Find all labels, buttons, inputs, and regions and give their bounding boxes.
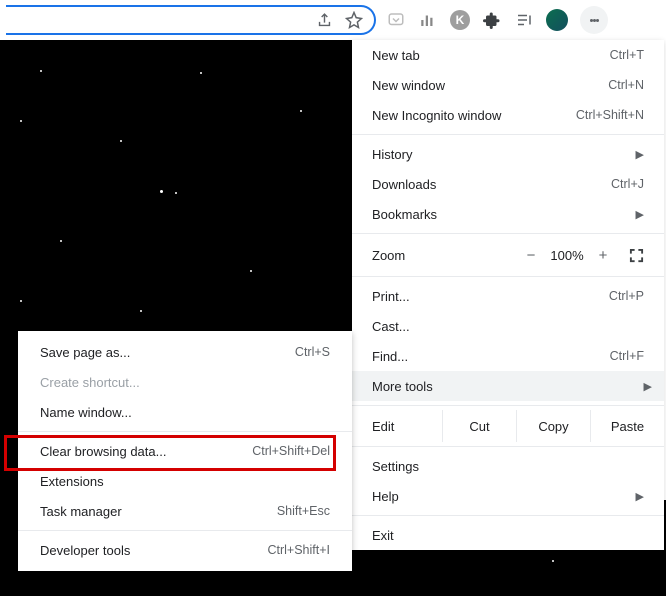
address-bar[interactable] [6,5,376,35]
edit-copy-button[interactable]: Copy [516,410,590,442]
menu-item-label: Find... [372,349,610,364]
submenu-developer-tools[interactable]: Developer tools Ctrl+Shift+I [18,535,352,565]
menu-item-label: Cast... [372,319,644,334]
k-extension-icon[interactable]: K [450,10,470,30]
menu-cast[interactable]: Cast... [352,311,664,341]
menu-item-label: New window [372,78,608,93]
menu-separator [352,233,664,234]
menu-downloads[interactable]: Downloads Ctrl+J [352,169,664,199]
submenu-item-label: Task manager [40,504,277,519]
edit-paste-button[interactable]: Paste [590,410,664,442]
menu-print[interactable]: Print... Ctrl+P [352,281,664,311]
submenu-clear-browsing-data[interactable]: Clear browsing data... Ctrl+Shift+Del [18,436,352,466]
submenu-separator [18,431,352,432]
submenu-item-shortcut: Shift+Esc [277,504,330,518]
menu-item-label: History [372,147,628,162]
menu-item-label: Exit [372,528,644,543]
menu-item-shortcut: Ctrl+J [611,177,644,191]
chrome-menu-button[interactable] [580,6,608,34]
submenu-item-shortcut: Ctrl+Shift+I [267,543,330,557]
submenu-item-label: Save page as... [40,345,295,360]
edit-cut-button[interactable]: Cut [442,410,516,442]
menu-separator [352,134,664,135]
submenu-arrow-icon: ▶ [628,148,644,161]
profile-avatar[interactable] [546,9,568,31]
zoom-in-button[interactable]: + [589,247,617,264]
reading-list-icon[interactable] [514,10,534,30]
menu-item-label: Settings [372,459,644,474]
menu-item-label: Bookmarks [372,207,628,222]
menu-separator [352,405,664,406]
menu-new-window[interactable]: New window Ctrl+N [352,70,664,100]
chrome-main-menu: New tab Ctrl+T New window Ctrl+N New Inc… [352,40,664,550]
menu-item-label: New tab [372,48,610,63]
menu-item-label: More tools [372,379,636,394]
submenu-task-manager[interactable]: Task manager Shift+Esc [18,496,352,526]
browser-toolbar: K [0,0,666,40]
menu-item-label: Help [372,489,628,504]
menu-item-label: Print... [372,289,609,304]
menu-separator [352,446,664,447]
menu-zoom: Zoom − 100% + [352,238,664,272]
menu-history[interactable]: History ▶ [352,139,664,169]
menu-bookmarks[interactable]: Bookmarks ▶ [352,199,664,229]
submenu-name-window[interactable]: Name window... [18,397,352,427]
extensions-puzzle-icon[interactable] [482,10,502,30]
submenu-item-label: Name window... [40,405,330,420]
menu-separator [352,515,664,516]
submenu-item-label: Create shortcut... [40,375,330,390]
more-tools-submenu: Save page as... Ctrl+S Create shortcut..… [18,331,352,571]
menu-item-shortcut: Ctrl+T [610,48,644,62]
zoom-label: Zoom [372,248,517,263]
menu-edit-row: Edit Cut Copy Paste [352,410,664,442]
submenu-extensions[interactable]: Extensions [18,466,352,496]
submenu-item-label: Extensions [40,474,330,489]
menu-item-label: Downloads [372,177,611,192]
submenu-item-label: Developer tools [40,543,267,558]
share-icon[interactable] [314,10,334,30]
menu-settings[interactable]: Settings [352,451,664,481]
submenu-arrow-icon: ▶ [628,490,644,503]
zoom-percent: 100% [545,248,589,263]
edit-label: Edit [352,410,442,442]
chart-icon[interactable] [418,10,438,30]
submenu-separator [18,530,352,531]
menu-item-shortcut: Ctrl+P [609,289,644,303]
submenu-arrow-icon: ▶ [628,208,644,221]
menu-item-label: New Incognito window [372,108,576,123]
toolbar-extensions: K [386,6,608,34]
submenu-item-shortcut: Ctrl+S [295,345,330,359]
submenu-item-shortcut: Ctrl+Shift+Del [252,444,330,458]
menu-item-shortcut: Ctrl+N [608,78,644,92]
pocket-icon[interactable] [386,10,406,30]
menu-find[interactable]: Find... Ctrl+F [352,341,664,371]
menu-help[interactable]: Help ▶ [352,481,664,511]
menu-more-tools[interactable]: More tools ▶ [352,371,664,401]
submenu-item-label: Clear browsing data... [40,444,252,459]
menu-exit[interactable]: Exit [352,520,664,550]
submenu-create-shortcut: Create shortcut... [18,367,352,397]
menu-item-shortcut: Ctrl+Shift+N [576,108,644,122]
submenu-save-page[interactable]: Save page as... Ctrl+S [18,337,352,367]
submenu-arrow-icon: ▶ [636,380,652,393]
menu-separator [352,276,664,277]
star-icon[interactable] [344,10,364,30]
menu-new-incognito[interactable]: New Incognito window Ctrl+Shift+N [352,100,664,130]
menu-new-tab[interactable]: New tab Ctrl+T [352,40,664,70]
zoom-out-button[interactable]: − [517,247,545,264]
fullscreen-icon[interactable] [629,248,644,263]
menu-item-shortcut: Ctrl+F [610,349,644,363]
